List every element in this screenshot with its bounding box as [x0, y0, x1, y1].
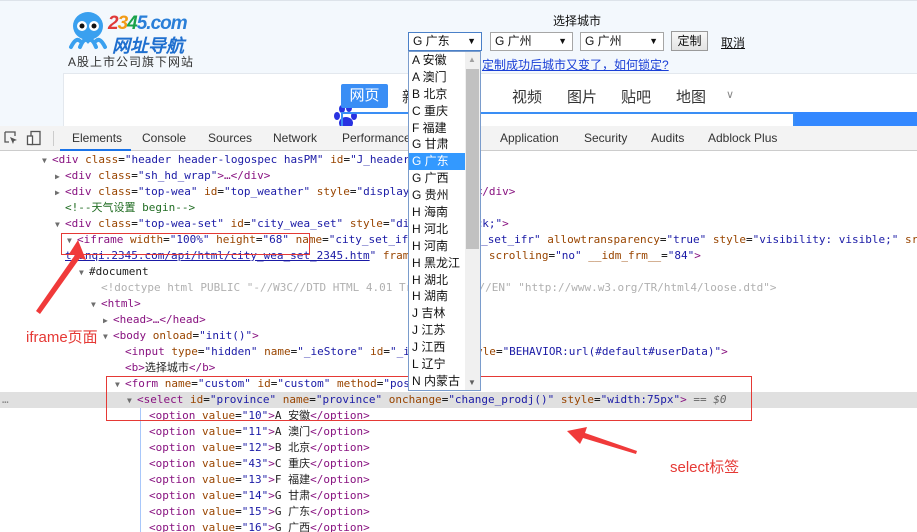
collapse-triangle-icon[interactable]: ▶ [55, 185, 65, 201]
province-option[interactable]: N 内蒙古 [409, 373, 467, 390]
dom-node-option[interactable]: <option value="12">B 北京</option> [0, 440, 917, 456]
search-card: 网页 新闻 视频 图片 贴吧 地图 ∨ [63, 73, 917, 132]
province-option[interactable]: L 辽宁 [409, 356, 467, 373]
annotation-label-select: select标签 [670, 459, 740, 476]
logo-tagline: A股上市公司旗下网站 [68, 55, 195, 69]
province-dropdown-list[interactable]: A 安徽 A 澳门 B 北京 C 重庆 F 福建 G 甘肃 G 广东 G 广西 G 贵州 H 海南… [408, 51, 481, 391]
dom-node-option[interactable]: <option value="14">G 甘肃</option> [0, 488, 917, 504]
annotation-box-iframe [61, 233, 310, 255]
province-option[interactable]: G 广西 [409, 170, 467, 187]
dropdown-arrow-icon: ▼ [467, 36, 476, 46]
province-option[interactable]: J 江苏 [409, 322, 467, 339]
tab-console[interactable]: Console [142, 131, 186, 145]
province-option[interactable]: G 广东 [409, 153, 467, 171]
cancel-link[interactable]: 取消 [721, 34, 745, 51]
province-option[interactable]: H 海南 [409, 204, 467, 221]
province-option[interactable]: A 安徽 [409, 52, 467, 69]
annotation-label-iframe: iframe页面 [26, 329, 98, 346]
district-select[interactable]: G 广州 ▼ [580, 32, 664, 51]
dom-node-option[interactable]: <option value="11">A 澳门</option> [0, 424, 917, 440]
district-select-value: G 广州 [585, 34, 622, 48]
province-select-value: G 广东 [413, 34, 450, 48]
tab-adblock-plus[interactable]: Adblock Plus [708, 131, 777, 145]
expand-triangle-icon[interactable]: ▼ [42, 153, 52, 169]
tab-sources[interactable]: Sources [208, 131, 252, 145]
province-option[interactable]: H 黑龙江 [409, 255, 467, 272]
expand-triangle-icon[interactable]: ▼ [91, 297, 101, 313]
expand-triangle-icon[interactable]: ▼ [103, 329, 113, 345]
tab-security[interactable]: Security [584, 131, 627, 145]
annotation-arrow-iframe-icon [36, 240, 86, 314]
dropdown-arrow-icon: ▼ [649, 36, 658, 46]
screenshot-root: 2345.com 网址导航 A股上市公司旗下网站 网页 新闻 视频 图片 贴吧 … [0, 0, 917, 532]
dom-node-option[interactable]: <option value="13">F 福建</option> [0, 472, 917, 488]
customize-button[interactable]: 定制 [671, 31, 708, 51]
tab-audits[interactable]: Audits [651, 131, 684, 145]
expand-triangle-icon[interactable]: ▼ [55, 217, 65, 233]
nav-tab-map[interactable]: 地图 [676, 86, 706, 107]
lock-city-help-link[interactable]: 定制成功后城市又变了，如何锁定? [482, 56, 669, 73]
toolbar-divider [53, 131, 54, 146]
dom-node-option[interactable]: <option value="43">C 重庆</option> [0, 456, 917, 472]
city-select[interactable]: G 广州 ▼ [490, 32, 573, 51]
dom-node-option[interactable]: <option value="16">G 广西</option> [0, 520, 917, 532]
city-picker-title: 选择城市 [553, 14, 602, 28]
tab-performance[interactable]: Performance [342, 131, 411, 145]
nav-more-chevron-icon[interactable]: ∨ [726, 88, 734, 101]
scroll-down-arrow-icon[interactable]: ▼ [468, 378, 476, 387]
device-toolbar-icon[interactable] [26, 130, 42, 146]
province-option[interactable]: J 吉林 [409, 305, 467, 322]
nav-tab-web[interactable]: 网页 [341, 84, 388, 108]
tab-elements[interactable]: Elements [72, 131, 122, 145]
province-option[interactable]: B 北京 [409, 86, 467, 103]
province-option[interactable]: G 甘肃 [409, 136, 467, 153]
city-select-value: G 广州 [495, 34, 532, 48]
dropdown-scrollbar[interactable]: ▲ ▼ [465, 52, 480, 390]
indent-guide [140, 408, 141, 532]
scroll-up-arrow-icon[interactable]: ▲ [468, 55, 476, 64]
province-option[interactable]: H 河北 [409, 221, 467, 238]
scrollbar-thumb[interactable] [466, 69, 479, 249]
province-option[interactable]: G 贵州 [409, 187, 467, 204]
nav-tab-tieba[interactable]: 贴吧 [621, 86, 651, 107]
collapse-triangle-icon[interactable]: ▶ [103, 313, 113, 329]
active-tab-indicator [60, 149, 131, 151]
tab-application[interactable]: Application [500, 131, 559, 145]
octopus-mascot-icon [69, 12, 107, 49]
province-option[interactable]: H 湖南 [409, 288, 467, 305]
dropdown-arrow-icon: ▼ [558, 36, 567, 46]
collapse-triangle-icon[interactable]: ▶ [55, 169, 65, 185]
province-option[interactable]: A 澳门 [409, 69, 467, 86]
inspect-element-icon[interactable] [3, 130, 19, 146]
province-option-list: A 安徽 A 澳门 B 北京 C 重庆 F 福建 G 甘肃 G 广东 G 广西 G 贵州 H 海南… [409, 52, 467, 390]
dom-node-option[interactable]: <option value="15">G 广东</option> [0, 504, 917, 520]
province-option[interactable]: H 湖北 [409, 272, 467, 289]
province-option[interactable]: C 重庆 [409, 103, 467, 120]
province-option[interactable]: J 江西 [409, 339, 467, 356]
province-option[interactable]: H 河南 [409, 238, 467, 255]
more-dots-icon[interactable]: … [2, 392, 9, 408]
annotation-arrow-select-icon [567, 427, 637, 454]
province-option[interactable]: F 福建 [409, 120, 467, 137]
nav-tab-video[interactable]: 视频 [512, 86, 542, 107]
nav-tab-images[interactable]: 图片 [567, 86, 597, 107]
tab-network[interactable]: Network [273, 131, 317, 145]
province-select[interactable]: G 广东 ▼ [408, 32, 482, 51]
